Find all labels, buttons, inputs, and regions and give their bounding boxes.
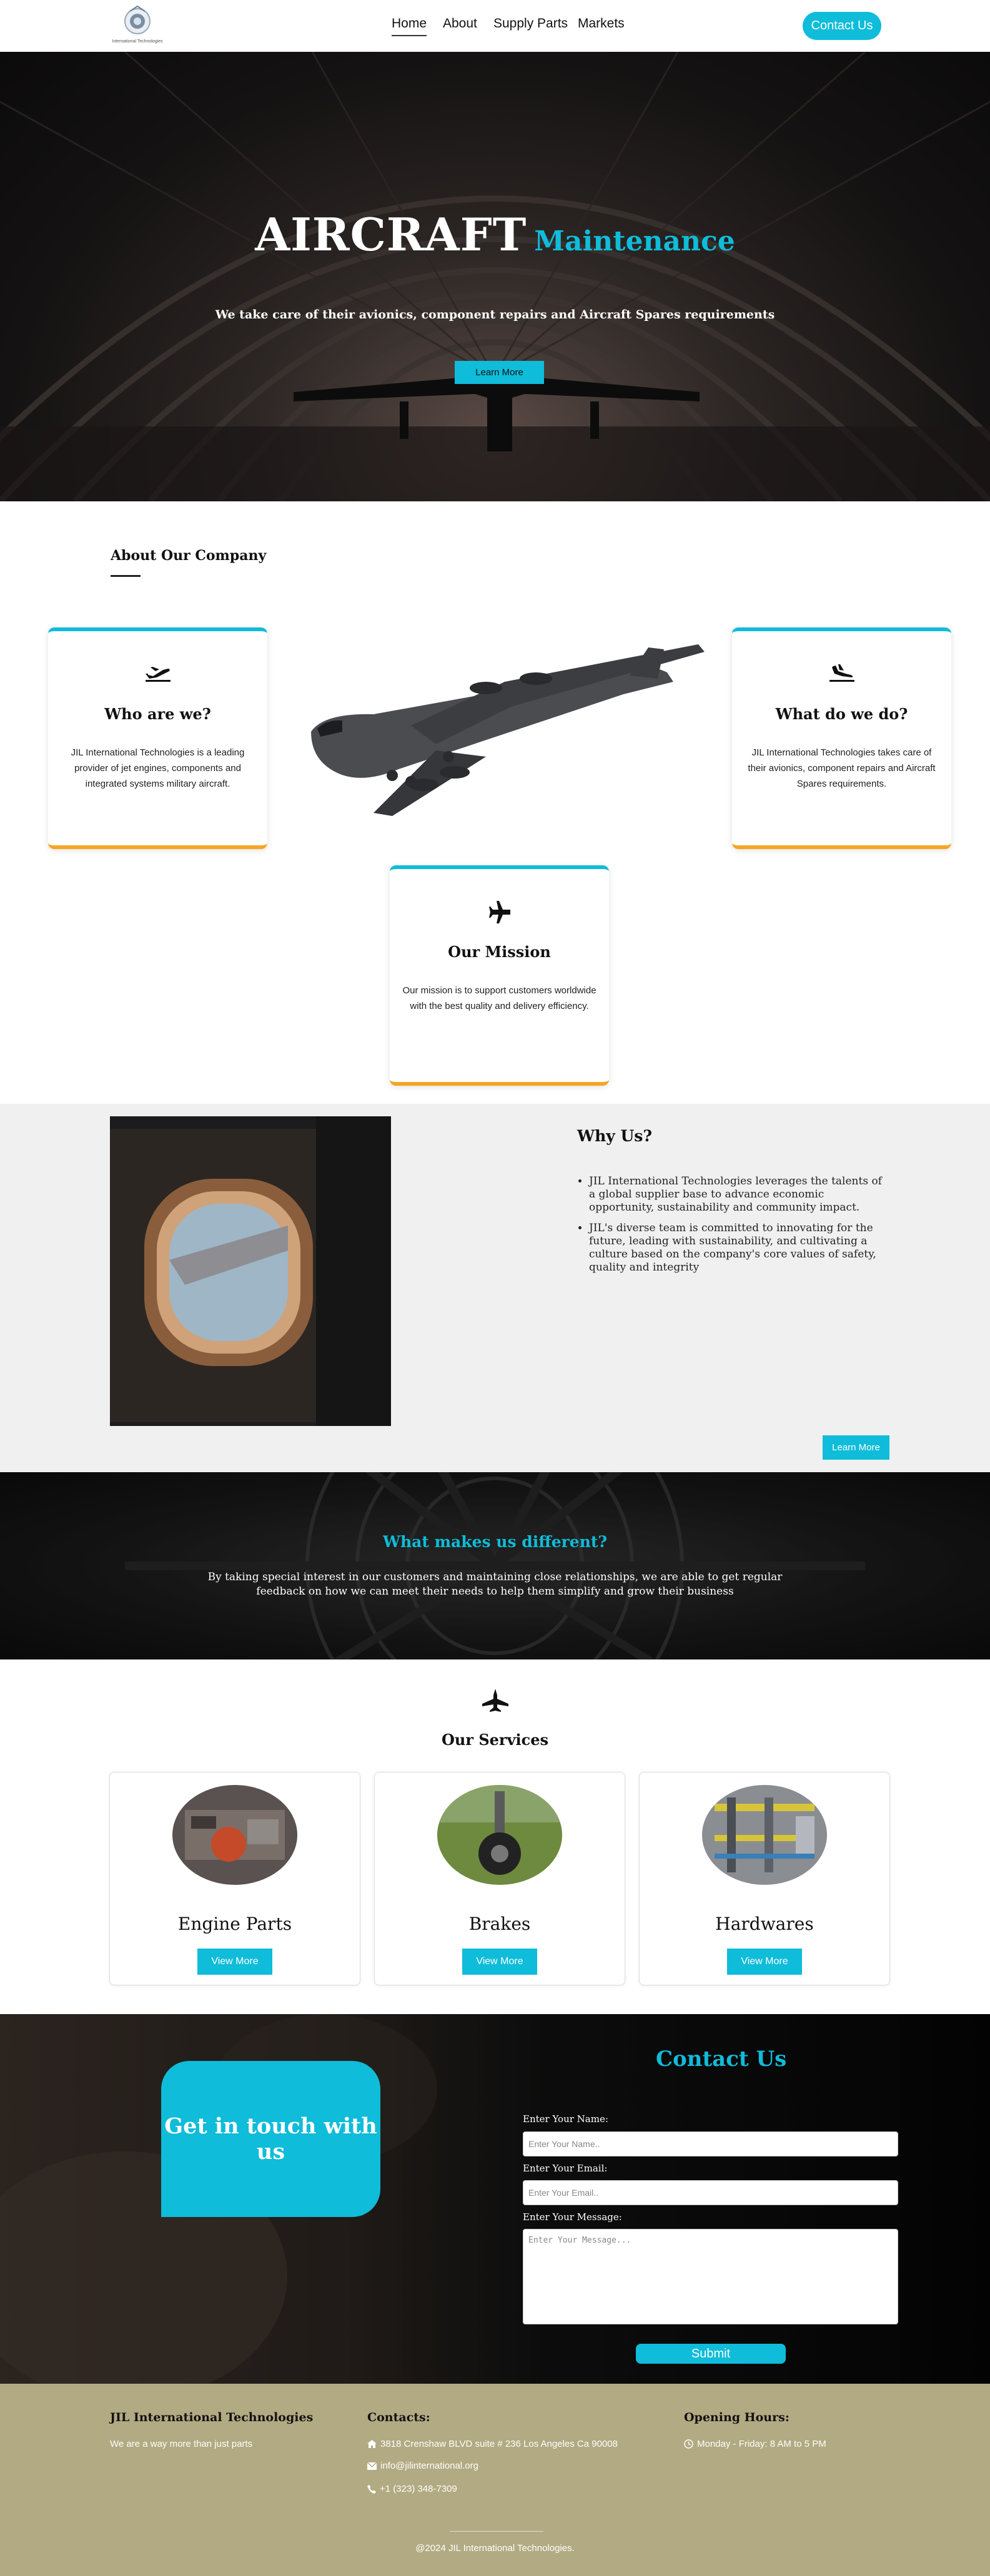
hero-learn-more-button[interactable]: Learn More bbox=[455, 361, 544, 384]
about-title: About Our Company bbox=[111, 548, 267, 564]
footer-phone-text[interactable]: +1 (323) 348-7309 bbox=[380, 2484, 457, 2494]
brakes-image bbox=[437, 1785, 562, 1885]
card-what-title: What do we do? bbox=[775, 705, 908, 723]
hero-section: AIRCRAFT Maintenance We take care of thei… bbox=[0, 52, 990, 501]
company-logo[interactable]: International Technologies bbox=[111, 4, 164, 47]
service-card-hardwares: Hardwares View More bbox=[639, 1772, 890, 1985]
nav-supply-parts[interactable]: Supply Parts bbox=[493, 16, 568, 31]
card-mission-title: Our Mission bbox=[448, 943, 551, 961]
footer-hours-title: Opening Hours: bbox=[684, 2411, 790, 2424]
airplane-icon bbox=[390, 900, 609, 927]
name-input[interactable]: Enter Your Name.. bbox=[523, 2131, 898, 2156]
list-item: JIL International Technologies leverages… bbox=[589, 1175, 889, 1214]
brakes-view-more-button[interactable]: View More bbox=[462, 1949, 537, 1975]
list-item: JIL's diverse team is committed to innov… bbox=[589, 1222, 889, 1274]
message-label: Enter Your Message: bbox=[523, 2211, 622, 2223]
submit-button[interactable]: Submit bbox=[636, 2344, 786, 2364]
different-text: By taking special interest in our custom… bbox=[207, 1571, 783, 1598]
why-us-title: Why Us? bbox=[577, 1127, 653, 1145]
airplane-landing-icon bbox=[732, 662, 951, 686]
why-us-list: JIL International Technologies leverages… bbox=[589, 1175, 889, 1282]
footer-tagline: We are a way more than just parts bbox=[110, 2439, 253, 2449]
hero-subtitle: We take care of their avionics, componen… bbox=[215, 308, 775, 322]
clock-icon bbox=[684, 2439, 693, 2449]
different-title: What makes us different? bbox=[382, 1533, 608, 1551]
card-who-are-we: Who are we? JIL International Technologi… bbox=[48, 627, 267, 849]
name-label: Enter Your Name: bbox=[523, 2113, 608, 2125]
hangar-background-image bbox=[0, 52, 990, 501]
airplane-window-image bbox=[110, 1116, 391, 1426]
home-icon bbox=[367, 2440, 377, 2448]
engine-parts-image bbox=[172, 1785, 297, 1885]
airplane-takeoff-icon bbox=[48, 662, 267, 686]
why-learn-more-button[interactable]: Learn More bbox=[823, 1435, 889, 1460]
fighter-jet-icon bbox=[481, 1689, 510, 1713]
about-title-underline bbox=[111, 575, 141, 577]
services-title: Our Services bbox=[441, 1731, 549, 1749]
svg-text:International Technologies: International Technologies bbox=[112, 39, 163, 44]
card-mission-text: Our mission is to support customers worl… bbox=[402, 985, 596, 1011]
hero-title-main: AIRCRAFT bbox=[255, 208, 527, 261]
footer-email[interactable]: info@jilinternational.org bbox=[367, 2460, 478, 2471]
footer-address: 3818 Crenshaw BLVD suite # 236 Los Angel… bbox=[367, 2439, 618, 2449]
get-in-touch-text: Get in touch with us bbox=[164, 2113, 377, 2165]
hardwares-image bbox=[702, 1785, 827, 1885]
hero-title-accent: Maintenance bbox=[534, 225, 735, 257]
message-textarea[interactable]: Enter Your Message... bbox=[523, 2229, 898, 2324]
footer-hours: Monday - Friday: 8 AM to 5 PM bbox=[684, 2439, 826, 2449]
service-brakes-name: Brakes bbox=[468, 1914, 531, 1934]
footer-divider bbox=[450, 2531, 543, 2532]
nav-about[interactable]: About bbox=[443, 16, 477, 31]
hardwares-view-more-button[interactable]: View More bbox=[727, 1949, 802, 1975]
footer-contacts-title: Contacts: bbox=[367, 2411, 430, 2424]
email-label: Enter Your Email: bbox=[523, 2163, 608, 2174]
footer-company-name: JIL International Technologies bbox=[110, 2411, 314, 2424]
card-who-text: JIL International Technologies is a lead… bbox=[71, 747, 245, 789]
card-what-text: JIL International Technologies takes car… bbox=[748, 747, 936, 789]
military-aircraft-image bbox=[311, 644, 705, 816]
footer-phone[interactable]: +1 (323) 348-7309 bbox=[367, 2484, 457, 2494]
nav-home[interactable]: Home bbox=[392, 16, 427, 36]
email-input[interactable]: Enter Your Email.. bbox=[523, 2180, 898, 2205]
hero-title: AIRCRAFT Maintenance bbox=[0, 208, 990, 261]
jet-engine-background-image bbox=[0, 1472, 990, 1659]
get-in-touch-box: Get in touch with us bbox=[161, 2061, 380, 2217]
card-who-title: Who are we? bbox=[104, 705, 211, 723]
contact-us-button[interactable]: Contact Us bbox=[803, 12, 881, 40]
engine-view-more-button[interactable]: View More bbox=[197, 1949, 272, 1975]
nav-markets[interactable]: Markets bbox=[578, 16, 625, 31]
service-hardwares-name: Hardwares bbox=[715, 1914, 814, 1934]
envelope-icon bbox=[367, 2462, 377, 2470]
site-header: International Technologies Home About Su… bbox=[0, 0, 990, 52]
phone-icon bbox=[367, 2484, 376, 2494]
card-our-mission: Our Mission Our mission is to support cu… bbox=[390, 865, 609, 1086]
footer-copyright: @2024 JIL International Technologies. bbox=[415, 2543, 575, 2554]
service-engine-name: Engine Parts bbox=[177, 1914, 292, 1934]
contact-title: Contact Us bbox=[656, 2047, 787, 2072]
card-what-do-we-do: What do we do? JIL International Technol… bbox=[732, 627, 951, 849]
service-card-brakes: Brakes View More bbox=[374, 1772, 625, 1985]
footer-email-text[interactable]: info@jilinternational.org bbox=[380, 2460, 478, 2471]
service-card-engine-parts: Engine Parts View More bbox=[109, 1772, 360, 1985]
footer-address-text: 3818 Crenshaw BLVD suite # 236 Los Angel… bbox=[380, 2439, 618, 2449]
footer-hours-text: Monday - Friday: 8 AM to 5 PM bbox=[697, 2439, 826, 2449]
